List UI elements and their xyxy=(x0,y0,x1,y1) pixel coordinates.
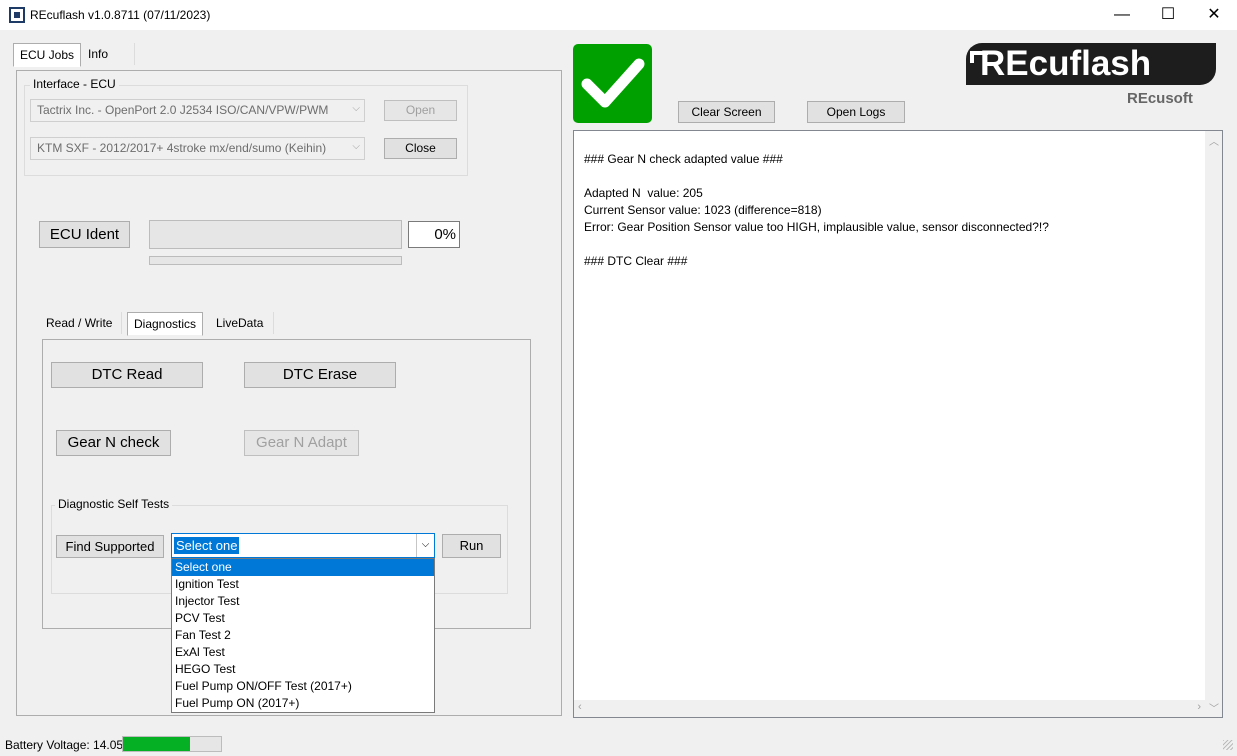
log-text: ### Gear N check adapted value ### Adapt… xyxy=(584,152,1049,268)
dtc-read-button[interactable]: DTC Read xyxy=(51,362,203,388)
scroll-left-icon[interactable]: ‹ xyxy=(578,701,582,713)
interface-group-title: Interface - ECU xyxy=(30,77,119,91)
ident-sub-progress-bar xyxy=(149,256,402,265)
run-button[interactable]: Run xyxy=(442,534,501,558)
dropdown-option-ignition-test[interactable]: Ignition Test xyxy=(172,576,434,593)
clear-screen-button[interactable]: Clear Screen xyxy=(678,101,775,123)
dtc-erase-button[interactable]: DTC Erase xyxy=(244,362,396,388)
ecu-select[interactable]: KTM SXF - 2012/2017+ 4stroke mx/end/sumo… xyxy=(30,137,365,160)
horizontal-scrollbar[interactable]: ‹ › xyxy=(574,700,1205,717)
log-output[interactable]: ### Gear N check adapted value ### Adapt… xyxy=(573,130,1223,718)
dropdown-option-pcv-test[interactable]: PCV Test xyxy=(172,610,434,627)
tab-read-write[interactable]: Read / Write xyxy=(40,312,118,334)
scroll-down-icon[interactable]: ﹀ xyxy=(1209,700,1219,715)
dropdown-option-injector-test[interactable]: Injector Test xyxy=(172,593,434,610)
tab-divider xyxy=(121,312,122,334)
dropdown-option-fan-test-2[interactable]: Fan Test 2 xyxy=(172,627,434,644)
adapter-select[interactable]: Tactrix Inc. - OpenPort 2.0 J2534 ISO/CA… xyxy=(30,99,365,122)
checkmark-icon xyxy=(581,58,645,108)
ecu-select-value: KTM SXF - 2012/2017+ 4stroke mx/end/sumo… xyxy=(37,141,327,155)
window-title: REcuflash v1.0.8711 (07/11/2023) xyxy=(30,8,211,22)
dropdown-option-fuel-pump-on[interactable]: Fuel Pump ON (2017+) xyxy=(172,695,434,712)
gear-n-adapt-button[interactable]: Gear N Adapt xyxy=(244,430,359,456)
battery-level-fill xyxy=(123,737,190,751)
ecu-ident-button[interactable]: ECU Ident xyxy=(39,221,130,248)
chevron-down-icon: ⌵ xyxy=(352,141,360,152)
logo-sub-text: REcusoft xyxy=(1127,90,1193,107)
battery-voltage-label: Battery Voltage: 14.05 xyxy=(5,738,124,752)
tab-livedata[interactable]: LiveData xyxy=(210,312,269,334)
close-button[interactable]: Close xyxy=(384,138,457,159)
tab-ecu-jobs[interactable]: ECU Jobs xyxy=(13,43,82,67)
scroll-right-icon[interactable]: › xyxy=(1197,701,1201,713)
find-supported-button[interactable]: Find Supported xyxy=(56,535,164,558)
dropdown-option-fuel-pump-on-off[interactable]: Fuel Pump ON/OFF Test (2017+) xyxy=(172,678,434,695)
chevron-down-icon[interactable]: ⌵ xyxy=(416,534,434,557)
adapter-select-value: Tactrix Inc. - OpenPort 2.0 J2534 ISO/CA… xyxy=(37,103,329,117)
recuflash-logo: REcuflash xyxy=(966,43,1216,85)
scroll-up-icon[interactable]: ︿ xyxy=(1209,133,1219,148)
minimize-button[interactable]: — xyxy=(1099,0,1145,31)
app-icon xyxy=(9,7,25,23)
open-logs-button[interactable]: Open Logs xyxy=(807,101,905,123)
self-tests-group-title: Diagnostic Self Tests xyxy=(55,497,173,511)
logo-brand-text: REcuflash xyxy=(980,44,1152,83)
maximize-button[interactable]: ☐ xyxy=(1145,0,1191,31)
chevron-down-icon: ⌵ xyxy=(352,103,360,114)
self-test-select[interactable]: Select one ⌵ xyxy=(171,533,435,558)
tab-diagnostics[interactable]: Diagnostics xyxy=(127,312,204,336)
dropdown-option-exal-test[interactable]: ExAl Test xyxy=(172,644,434,661)
open-button[interactable]: Open xyxy=(384,100,457,121)
vertical-scrollbar[interactable]: ︿ ﹀ xyxy=(1205,131,1222,717)
ident-percent-field: 0% xyxy=(408,221,460,248)
tab-divider xyxy=(273,312,274,334)
tab-info[interactable]: Info xyxy=(82,43,114,65)
close-window-button[interactable]: ✕ xyxy=(1191,0,1237,31)
battery-level-bar xyxy=(122,736,222,752)
tab-divider xyxy=(134,43,135,65)
ident-progress-bar xyxy=(149,220,402,249)
self-test-select-value: Select one xyxy=(174,537,240,554)
title-bar: REcuflash v1.0.8711 (07/11/2023) — ☐ ✕ xyxy=(0,0,1237,31)
self-test-dropdown-list: Select one Ignition Test Injector Test P… xyxy=(171,558,435,713)
gear-n-check-button[interactable]: Gear N check xyxy=(56,430,171,456)
status-check-indicator xyxy=(573,44,652,123)
resize-grip-icon[interactable] xyxy=(1223,740,1233,750)
dropdown-option-hego-test[interactable]: HEGO Test xyxy=(172,661,434,678)
status-bar: Battery Voltage: 14.05 xyxy=(0,734,1237,756)
dropdown-option-select-one[interactable]: Select one xyxy=(172,559,434,576)
